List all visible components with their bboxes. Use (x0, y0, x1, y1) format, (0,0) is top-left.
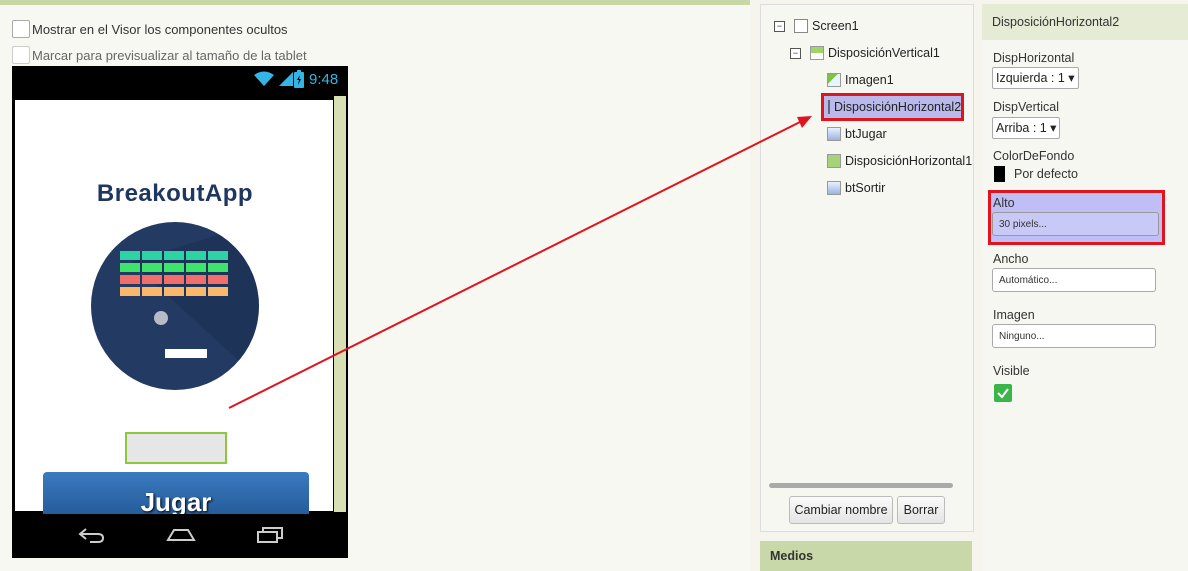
breakout-logo-image[interactable] (91, 222, 259, 390)
screen-right-strip (334, 96, 346, 512)
collapse-toggle-icon[interactable]: − (774, 20, 785, 32)
alto-label: Alto (993, 196, 1015, 210)
app-title-image[interactable]: BreakoutApp (15, 180, 335, 208)
tree-item-disposicionhorizontal2-selected[interactable]: DisposiciónHorizontal2 (821, 93, 964, 121)
imagen-input[interactable]: Ninguno... (992, 324, 1156, 348)
vertical-arrangement-icon (810, 46, 824, 60)
viewer-top-border (0, 0, 750, 5)
tree-item-label: DisposiciónHorizontal2 (834, 100, 962, 114)
paddle-shape (165, 349, 207, 358)
recents-icon (257, 527, 283, 543)
tree-item-label: DisposiciónVertical1 (828, 46, 940, 60)
tree-item-label: DisposiciónHorizontal1 (845, 154, 973, 168)
media-panel-header[interactable]: Medios (760, 541, 972, 571)
rename-button[interactable]: Cambiar nombre (789, 496, 893, 524)
show-hidden-row[interactable]: Mostrar en el Visor los componentes ocul… (12, 20, 288, 38)
app-screen: BreakoutApp Jugar (14, 99, 335, 550)
status-bar: 9:48 (12, 66, 348, 94)
tablet-preview-row[interactable]: Marcar para previsualizar al tamaño de l… (12, 46, 307, 64)
breakout-logo-icon (120, 222, 259, 390)
tree-item-label: Imagen1 (845, 73, 894, 87)
tree-item-btsortir[interactable]: btSortir (827, 181, 885, 195)
tree-item-disposicionhorizontal1[interactable]: DisposiciónHorizontal1 (827, 154, 972, 168)
disp-horizontal-select[interactable]: Izquierda : 1 ▾ (992, 67, 1079, 89)
show-hidden-label: Mostrar en el Visor los componentes ocul… (32, 21, 288, 37)
tree-item-disposicionvertical1[interactable]: − DisposiciónVertical1 (790, 46, 940, 60)
components-panel: − Screen1 − DisposiciónVertical1 Imagen1… (760, 4, 974, 532)
android-navbar (12, 514, 348, 558)
battery-icon (294, 70, 304, 88)
home-icon (166, 529, 196, 541)
bg-color-value[interactable]: Por defecto (1014, 167, 1078, 181)
horizontal-arrangement-icon (828, 100, 830, 114)
alto-property-highlight: Alto 30 pixels... (988, 190, 1165, 245)
alto-input[interactable]: 30 pixels... (992, 212, 1159, 236)
properties-header: DisposiciónHorizontal2 (982, 4, 1188, 40)
visible-checkbox[interactable] (994, 384, 1012, 402)
tablet-preview-checkbox[interactable] (12, 46, 30, 64)
delete-button[interactable]: Borrar (897, 496, 945, 524)
bg-color-swatch[interactable] (994, 166, 1005, 182)
collapse-toggle-icon[interactable]: − (790, 47, 801, 59)
tree-item-screen1[interactable]: − Screen1 (774, 19, 859, 33)
phone-mockup: 9:48 BreakoutApp Jugar (12, 66, 348, 558)
imagen-label: Imagen (993, 308, 1035, 322)
wifi-icon (254, 71, 274, 86)
screen-icon (794, 19, 808, 33)
horizontal-arrangement-icon (827, 154, 841, 168)
back-icon (78, 528, 105, 543)
tree-item-label: btJugar (845, 127, 887, 141)
disp-horizontal-label: DispHorizontal (993, 51, 1075, 65)
status-time: 9:48 (309, 71, 339, 88)
signal-icon (279, 72, 293, 86)
tablet-preview-label: Marcar para previsualizar al tamaño de l… (32, 47, 307, 63)
ball-shape (154, 311, 168, 325)
show-hidden-checkbox[interactable] (12, 20, 30, 38)
bg-color-label: ColorDeFondo (993, 149, 1075, 163)
tree-item-label: Screen1 (812, 19, 859, 33)
tree-item-imagen1[interactable]: Imagen1 (827, 73, 894, 87)
checkmark-icon (997, 388, 1009, 399)
button-icon (827, 127, 841, 141)
viewer-area: Mostrar en el Visor los componentes ocul… (0, 0, 750, 571)
button-icon (827, 181, 841, 195)
tree-item-label: btSortir (845, 181, 886, 195)
properties-panel: DisposiciónHorizontal2 DispHorizontal Iz… (982, 4, 1188, 571)
image-icon (827, 73, 841, 87)
disposicion-horizontal2-preview[interactable] (125, 432, 227, 464)
horizontal-scrollbar[interactable] (769, 483, 953, 488)
disp-vertical-select[interactable]: Arriba : 1 ▾ (992, 117, 1061, 139)
disp-vertical-label: DispVertical (993, 100, 1059, 114)
ancho-input[interactable]: Automático... (992, 268, 1156, 292)
visible-label: Visible (993, 364, 1030, 378)
ancho-label: Ancho (993, 252, 1029, 266)
tree-item-btjugar[interactable]: btJugar (827, 127, 887, 141)
